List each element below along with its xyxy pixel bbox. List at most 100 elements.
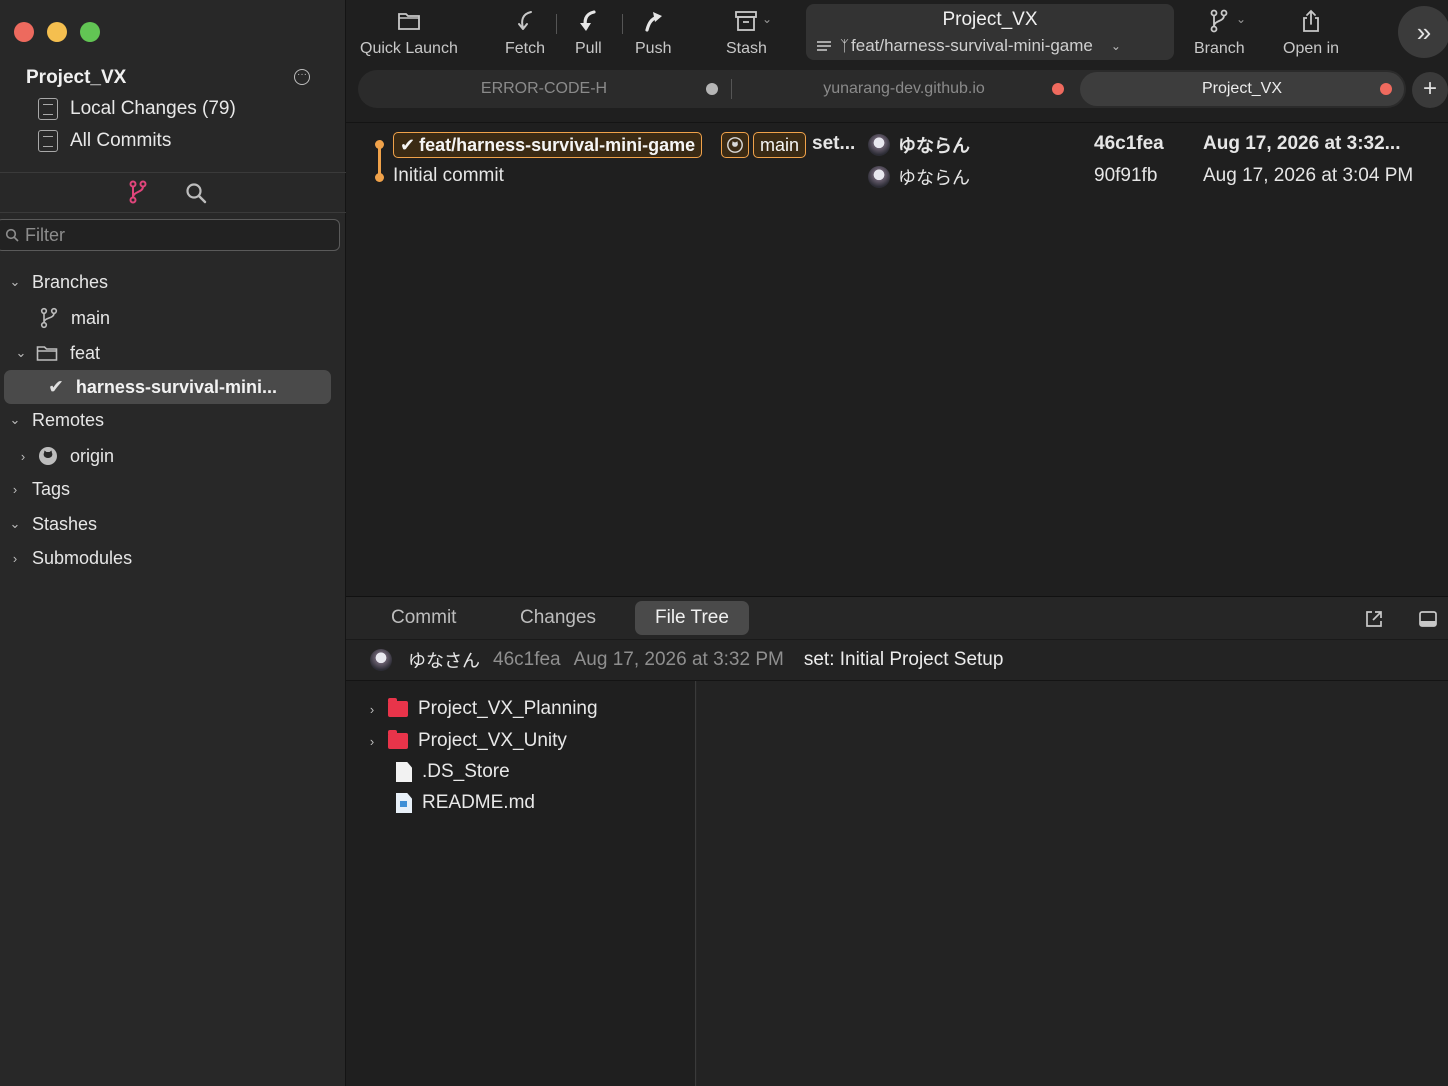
- branch-label: main: [71, 307, 111, 328]
- sidebar: Project_VX ··· Local Changes (79) All Co…: [0, 0, 346, 1086]
- tab-status-dot: [1380, 83, 1392, 95]
- submodules-section-header[interactable]: › Submodules: [6, 544, 132, 572]
- open-in-label: Open in: [1283, 40, 1340, 57]
- fetch-label: Fetch: [505, 40, 546, 57]
- folder-label: feat: [70, 342, 101, 363]
- toolbar-divider: [556, 14, 557, 34]
- chevron-right-icon: ›: [369, 733, 375, 749]
- remotes-section-header[interactable]: ⌄ Remotes: [6, 406, 104, 434]
- stashes-section-header[interactable]: ⌄ Stashes: [6, 510, 98, 538]
- push-button[interactable]: Push: [635, 8, 671, 58]
- more-options-icon[interactable]: ···: [294, 69, 310, 85]
- repo-switcher-branch: ᛉ feat/harness-survival-mini-game ⌄: [816, 36, 1166, 56]
- commit-message: Initial commit: [393, 165, 504, 186]
- github-icon: [39, 447, 57, 465]
- tags-section-header[interactable]: › Tags: [6, 475, 70, 503]
- folder-icon: [36, 346, 58, 361]
- zoom-window-button[interactable]: [80, 22, 100, 42]
- local-changes-link[interactable]: Local Changes (79): [38, 98, 236, 120]
- fetch-button[interactable]: Fetch: [505, 8, 545, 58]
- chevron-down-icon[interactable]: ⌄: [1236, 12, 1246, 26]
- all-commits-label: All Commits: [70, 130, 172, 151]
- stash-button[interactable]: Stash: [726, 8, 767, 58]
- tab-changes[interactable]: Changes: [500, 601, 616, 635]
- tab-yunarang-dev[interactable]: yunarang-dev.github.io: [732, 70, 1076, 108]
- share-icon: [1303, 9, 1319, 32]
- commit-date: Aug 17, 2026 at 3:32 PM: [573, 649, 784, 670]
- file-tree-item-file[interactable]: .DS_Store: [396, 758, 510, 786]
- main-ref-badge[interactable]: main: [753, 132, 807, 158]
- fetch-icon: [518, 11, 532, 30]
- toolbar-divider: [622, 14, 623, 34]
- minimize-window-button[interactable]: [47, 22, 67, 42]
- chevron-right-icon: ›: [20, 448, 26, 464]
- avatar: [868, 166, 890, 188]
- github-ref-badge[interactable]: [721, 132, 749, 158]
- repo-tabbar: ERROR-CODE-H yunarang-dev.github.io Proj…: [358, 70, 1406, 108]
- avatar: [370, 649, 392, 671]
- tab-status-dot: [1052, 83, 1064, 95]
- branch-icon: [1210, 9, 1228, 33]
- tab-label: yunarang-dev.github.io: [823, 80, 985, 97]
- commit-message: set...: [812, 133, 856, 154]
- branches-section-header[interactable]: ⌄ Branches: [6, 268, 109, 296]
- branch-mode-icon[interactable]: [128, 180, 148, 204]
- open-in-button[interactable]: Open in: [1283, 8, 1339, 58]
- file-tree: › Project_VX_Planning › Project_VX_Unity…: [346, 681, 696, 1086]
- commit-date: Aug 17, 2026 at 3:32...: [1203, 133, 1401, 154]
- add-tab-button[interactable]: +: [1412, 72, 1448, 108]
- divider: [0, 212, 346, 213]
- chevron-down-icon[interactable]: ⌄: [762, 12, 772, 26]
- tab-file-tree[interactable]: File Tree: [635, 601, 749, 635]
- open-external-icon[interactable]: [1364, 609, 1384, 629]
- file-icon: [396, 762, 412, 782]
- checkmark-icon: ✔: [48, 376, 64, 398]
- toggle-panel-icon[interactable]: [1418, 609, 1438, 629]
- tab-commit[interactable]: Commit: [371, 601, 476, 635]
- window-controls: [14, 22, 100, 42]
- tab-label: Project_VX: [1201, 80, 1283, 97]
- tab-project-vx[interactable]: Project_VX: [1080, 72, 1404, 106]
- filter-box[interactable]: [0, 219, 340, 251]
- sidebar-item-branch-main[interactable]: main: [40, 304, 110, 332]
- quick-launch-button[interactable]: Quick Launch: [360, 8, 458, 58]
- branch-ref-label: feat/harness-survival-mini-game: [419, 134, 696, 155]
- avatar: [868, 134, 890, 156]
- sidebar-item-remote-origin[interactable]: › origin: [14, 442, 114, 470]
- sidebar-item-folder-feat[interactable]: ⌄ feat: [12, 339, 100, 367]
- pull-label: Pull: [575, 40, 602, 57]
- sidebar-item-branch-current[interactable]: ✔ harness-survival-mini...: [48, 373, 277, 401]
- commit-author: ゆなさん: [408, 651, 480, 671]
- local-changes-label: Local Changes (79): [70, 98, 236, 119]
- search-icon[interactable]: [185, 182, 207, 204]
- file-tree-item-folder[interactable]: › Project_VX_Unity: [366, 727, 567, 755]
- commit-message: set: Initial Project Setup: [803, 649, 1004, 670]
- file-tree-item-folder[interactable]: › Project_VX_Planning: [366, 695, 598, 723]
- branch-ref-badge[interactable]: ✔ feat/harness-survival-mini-game: [393, 132, 703, 158]
- file-name: README.md: [422, 792, 535, 813]
- markdown-file-icon: [396, 793, 412, 813]
- file-name: .DS_Store: [422, 761, 510, 782]
- stashes-label: Stashes: [32, 513, 98, 534]
- pull-button[interactable]: Pull: [575, 8, 602, 58]
- main-ref-label: main: [760, 134, 800, 155]
- chevron-down-icon: ⌄: [1110, 39, 1121, 53]
- commit-list: [346, 122, 1448, 596]
- all-commits-link[interactable]: All Commits: [38, 130, 171, 152]
- commit-hash: 46c1fea: [1094, 133, 1164, 154]
- file-tree-item-file[interactable]: README.md: [396, 789, 535, 817]
- filter-input[interactable]: [25, 224, 325, 246]
- folder-icon: [398, 13, 420, 30]
- tags-label: Tags: [32, 478, 71, 499]
- chevron-down-icon: ⌄: [9, 274, 21, 289]
- close-window-button[interactable]: [14, 22, 34, 42]
- commit-hash: 90f91fb: [1094, 165, 1158, 186]
- author-name: ゆならん: [898, 168, 970, 188]
- chevron-down-icon: ⌄: [9, 516, 21, 531]
- tab-label: ERROR-CODE-H: [480, 80, 608, 97]
- list-icon: [817, 41, 831, 51]
- tab-error-code-h[interactable]: ERROR-CODE-H: [358, 70, 730, 108]
- branch-label: Branch: [1194, 40, 1245, 57]
- repository-switcher[interactable]: Project_VX ᛉ feat/harness-survival-mini-…: [806, 4, 1174, 60]
- more-toolbar-icon[interactable]: »: [1398, 6, 1448, 58]
